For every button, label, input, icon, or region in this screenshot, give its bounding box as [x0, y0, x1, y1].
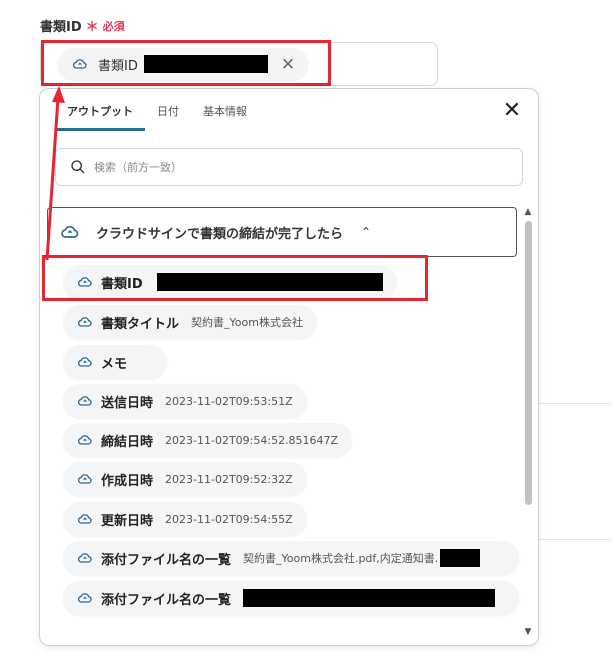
- background-divider: [538, 539, 612, 540]
- list-item-attachment-names[interactable]: 添付ファイル名の一覧 契約書_Yoom株式会社.pdf,内定通知書.: [63, 541, 519, 575]
- search-input[interactable]: 検索（前方一致）: [55, 148, 523, 186]
- section-header-cloudsign-trigger[interactable]: クラウドサインで書類の締結が完了したら ⌃: [47, 207, 517, 257]
- cloud-sync-icon: [77, 435, 92, 445]
- item-label: 書類タイトル: [101, 316, 180, 332]
- list-item-sent-at[interactable]: 送信日時 2023-11-02T09:53:51Z: [63, 384, 307, 418]
- item-label: 更新日時: [101, 513, 154, 529]
- cloud-sync-icon: [77, 396, 92, 406]
- item-value: 2023-11-02T09:54:55Z: [165, 512, 293, 526]
- list-item-attachment-names-2[interactable]: 添付ファイル名の一覧: [63, 581, 519, 615]
- item-label: 添付ファイル名の一覧: [101, 552, 232, 568]
- item-value: 2023-11-02T09:53:51Z: [165, 394, 293, 408]
- list-item-document-title[interactable]: 書類タイトル 契約書_Yoom株式会社: [63, 305, 317, 339]
- item-value: 契約書_Yoom株式会社.pdf,内定通知書.: [243, 552, 439, 565]
- section-title: クラウドサインで書類の締結が完了したら: [96, 226, 344, 242]
- item-label: 添付ファイル名の一覧: [101, 592, 232, 608]
- search-placeholder: 検索（前方一致）: [94, 161, 182, 174]
- scroll-up-arrow-icon[interactable]: ▲: [522, 207, 534, 217]
- highlight-box-item: [42, 255, 428, 301]
- redacted-value: [440, 549, 481, 567]
- item-value: 2023-11-02T09:52:32Z: [165, 472, 293, 486]
- tab-basic-info[interactable]: 基本情報: [191, 89, 259, 131]
- item-value: 契約書_Yoom株式会社: [191, 316, 303, 329]
- list-item-signed-at[interactable]: 締結日時 2023-11-02T09:54:52.851647Z: [63, 423, 353, 457]
- scrollbar[interactable]: ▲ ▼: [522, 207, 534, 637]
- item-label: メモ: [101, 356, 128, 372]
- chevron-up-icon: ⌃: [361, 225, 372, 239]
- cloud-sync-icon: [77, 317, 92, 327]
- item-value: 2023-11-02T09:54:52.851647Z: [165, 433, 339, 447]
- tab-output[interactable]: アウトプット: [55, 89, 145, 131]
- tab-date[interactable]: 日付: [145, 89, 191, 131]
- list-item-updated-at[interactable]: 更新日時 2023-11-02T09:54:55Z: [63, 502, 307, 536]
- item-label: 締結日時: [101, 434, 154, 450]
- cloud-sync-icon: [77, 514, 92, 524]
- item-label: 作成日時: [101, 473, 154, 489]
- item-label: 送信日時: [101, 395, 154, 411]
- list-item-created-at[interactable]: 作成日時 2023-11-02T09:52:32Z: [63, 462, 307, 496]
- scroll-thumb[interactable]: [525, 221, 532, 505]
- highlight-box-input: [41, 40, 331, 86]
- variable-picker-panel: アウトプット 日付 基本情報 ✕ 検索（前方一致） クラウドサインで書類の締結が…: [39, 88, 539, 646]
- search-icon: [71, 160, 85, 174]
- cloud-sync-icon: [77, 593, 92, 603]
- cloud-sync-icon: [77, 474, 92, 484]
- scroll-down-arrow-icon[interactable]: ▼: [522, 627, 534, 637]
- tab-bar: アウトプット 日付 基本情報: [55, 89, 259, 131]
- field-label-text: 書類ID: [40, 20, 82, 35]
- cloud-sync-icon: [77, 553, 92, 563]
- background-divider: [538, 403, 612, 404]
- field-label: 書類ID ＊ 必須: [40, 16, 125, 36]
- redacted-value: [243, 589, 496, 607]
- close-panel-button[interactable]: ✕: [500, 99, 524, 123]
- required-text: 必須: [102, 19, 125, 33]
- cloud-sync-icon: [77, 357, 92, 367]
- required-mark: ＊: [85, 20, 99, 35]
- cloud-sync-icon: [61, 226, 79, 238]
- list-item-memo[interactable]: メモ: [63, 345, 168, 379]
